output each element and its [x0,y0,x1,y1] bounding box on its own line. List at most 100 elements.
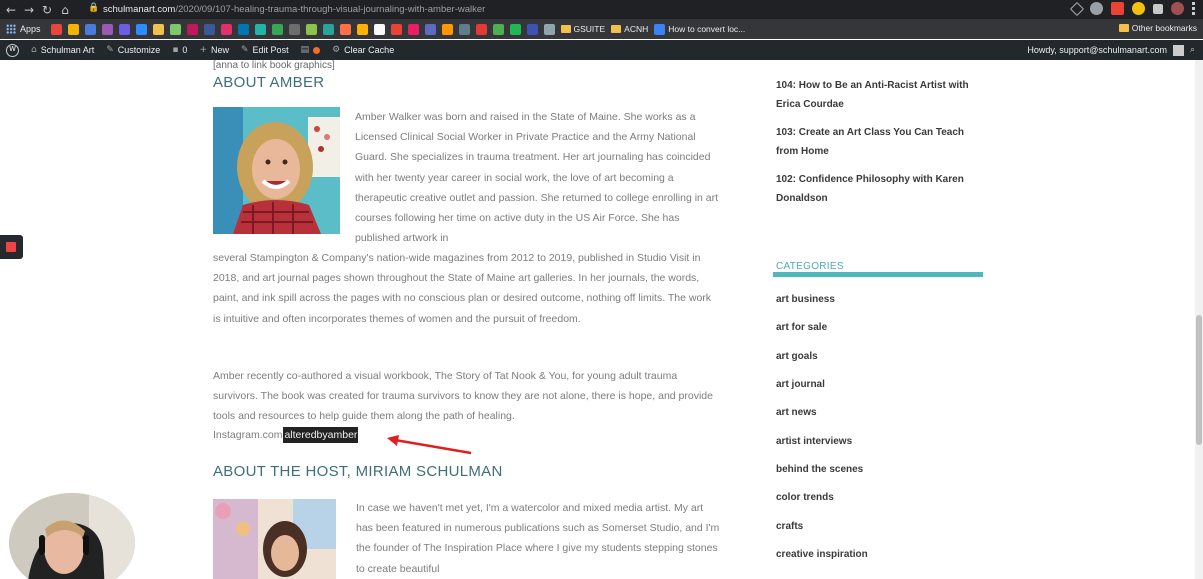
bookmarks-bar: Apps GSUITE ACNH How to convert loc... O… [0,19,1203,39]
home-icon: ⌂ [31,45,37,55]
category-link[interactable]: color trends [776,492,834,503]
site-label: Schulman Art [40,45,95,55]
forward-icon[interactable]: → [20,2,38,18]
star-icon[interactable] [1069,1,1085,16]
bookmark-favicon-icon[interactable] [373,23,385,35]
bookmark-favicon-icon[interactable] [169,23,181,35]
bookmark-favicon-icon[interactable] [441,23,453,35]
bookmark-favicon-icon[interactable] [101,23,113,35]
comments-menu[interactable]: ▪ 0 [166,45,193,55]
category-link[interactable]: art goals [776,351,818,362]
bookmark-favicon-icon[interactable] [492,23,504,35]
search-icon[interactable]: ⌕ [1190,45,1195,55]
emoji-extension-icon[interactable] [1132,2,1145,15]
edit-post-label: Edit Post [252,45,289,55]
category-link[interactable]: art journal [776,379,825,390]
bookmark-icons [50,23,555,35]
recent-post-103[interactable]: 103: Create an Art Class You Can Teach f… [776,123,986,161]
page-content: [anna to link book graphics] ABOUT AMBER… [0,60,1203,579]
category-link[interactable]: art for sale [776,322,827,333]
reload-icon[interactable]: ↻ [38,2,56,18]
bookmark-gsuite-label: GSUITE [573,24,606,34]
recent-post-104[interactable]: 104: How to Be an Anti-Racist Artist wit… [776,76,986,114]
clear-cache-label: Clear Cache [344,45,395,55]
apps-bookmark[interactable]: Apps [6,24,41,34]
page-scrollbar[interactable] [1195,60,1203,579]
bookmark-acnh[interactable]: ACNH [611,24,648,34]
bio-text-wrapped: Amber Walker was born and raised in the … [355,111,719,245]
about-heading: ABOUT AMBER [213,74,325,91]
wp-admin-bar: W ⌂ Schulman Art ✎ Customize ▪ 0 + New ✎ Edit… [0,40,1203,60]
bookmark-convert[interactable]: How to convert loc... [654,23,745,35]
brush-icon: ✎ [106,45,114,55]
instagram-handle-selected[interactable]: alteredbyamber [283,427,359,443]
bookmark-favicon-icon[interactable] [271,23,283,35]
bookmark-favicon-icon[interactable] [424,23,436,35]
account-menu[interactable]: Howdy, support@schulmanart.com ⌕ [1027,40,1195,60]
seo-indicator[interactable]: ▤ [295,45,327,55]
category-link[interactable]: art news [776,407,817,418]
bookmark-favicon-icon[interactable] [203,23,215,35]
bookmark-favicon-icon[interactable] [50,23,62,35]
other-bookmarks-label: Other bookmarks [1131,23,1197,33]
bookmark-favicon-icon[interactable] [407,23,419,35]
bookmark-favicon-icon[interactable] [220,23,232,35]
profile-avatar[interactable] [1171,2,1184,15]
record-button[interactable] [0,235,23,259]
comments-count: 0 [182,45,188,55]
bookmark-favicon-icon[interactable] [458,23,470,35]
home-icon[interactable]: ⌂ [56,2,74,18]
cache-icon: ⚙ [332,45,341,55]
bookmark-favicon-icon[interactable] [152,23,164,35]
customize-menu[interactable]: ✎ Customize [100,45,166,55]
bookmark-favicon-icon[interactable] [237,23,249,35]
site-menu[interactable]: ⌂ Schulman Art [25,45,100,55]
categories-heading: CATEGORIES [776,261,844,272]
menu-icon[interactable] [1192,2,1195,15]
apps-label: Apps [20,24,41,34]
seo-status-dot [313,46,321,54]
address-bar[interactable]: 🔒 schulmanart.com/2020/09/107-healing-tr… [88,1,1088,17]
edit-post-menu[interactable]: ✎ Edit Post [235,45,295,55]
instagram-prefix: Instagram.com [213,429,283,441]
category-link[interactable]: artist interviews [776,436,852,447]
bookmark-favicon-icon[interactable] [390,23,402,35]
new-menu[interactable]: + New [193,45,235,55]
clear-cache-menu[interactable]: ⚙ Clear Cache [326,45,400,55]
bookmark-favicon-icon[interactable] [339,23,351,35]
bookmark-favicon-icon[interactable] [509,23,521,35]
howdy-label: Howdy, support@schulmanart.com [1027,45,1167,55]
back-icon[interactable]: ← [2,2,20,18]
bookmark-favicon-icon[interactable] [118,23,130,35]
category-link[interactable]: creative inspiration [776,549,868,560]
bookmark-favicon-icon[interactable] [322,23,334,35]
bookmark-favicon-icon[interactable] [186,23,198,35]
other-bookmarks[interactable]: Other bookmarks [1112,23,1197,33]
wordpress-logo[interactable]: W [0,43,25,57]
customize-label: Customize [117,45,161,55]
bookmark-acnh-label: ACNH [624,24,649,34]
mail-extension-icon[interactable] [1111,2,1124,15]
bookmark-favicon-icon[interactable] [254,23,266,35]
bookmark-favicon-icon[interactable] [475,23,487,35]
bookmark-favicon-icon[interactable] [543,23,555,35]
bookmark-favicon-icon[interactable] [356,23,368,35]
bookmark-favicon-icon[interactable] [84,23,96,35]
page-icon [654,23,666,35]
bookmark-favicon-icon[interactable] [288,23,300,35]
puzzle-icon[interactable] [1153,3,1163,14]
bookmark-gsuite[interactable]: GSUITE [560,24,606,34]
scrollbar-thumb[interactable] [1196,315,1202,445]
extension-icon[interactable] [1090,2,1103,15]
bookmark-favicon-icon[interactable] [305,23,317,35]
folder-icon [611,25,622,33]
bookmark-favicon-icon[interactable] [526,23,538,35]
extension-icons [1069,1,1195,16]
bookmark-favicon-icon[interactable] [67,23,79,35]
category-link[interactable]: art business [776,294,835,305]
wordpress-icon: W [6,43,19,57]
recent-post-102[interactable]: 102: Confidence Philosophy with Karen Do… [776,170,986,208]
category-link[interactable]: crafts [776,521,803,532]
category-link[interactable]: behind the scenes [776,464,863,475]
bookmark-favicon-icon[interactable] [135,23,147,35]
